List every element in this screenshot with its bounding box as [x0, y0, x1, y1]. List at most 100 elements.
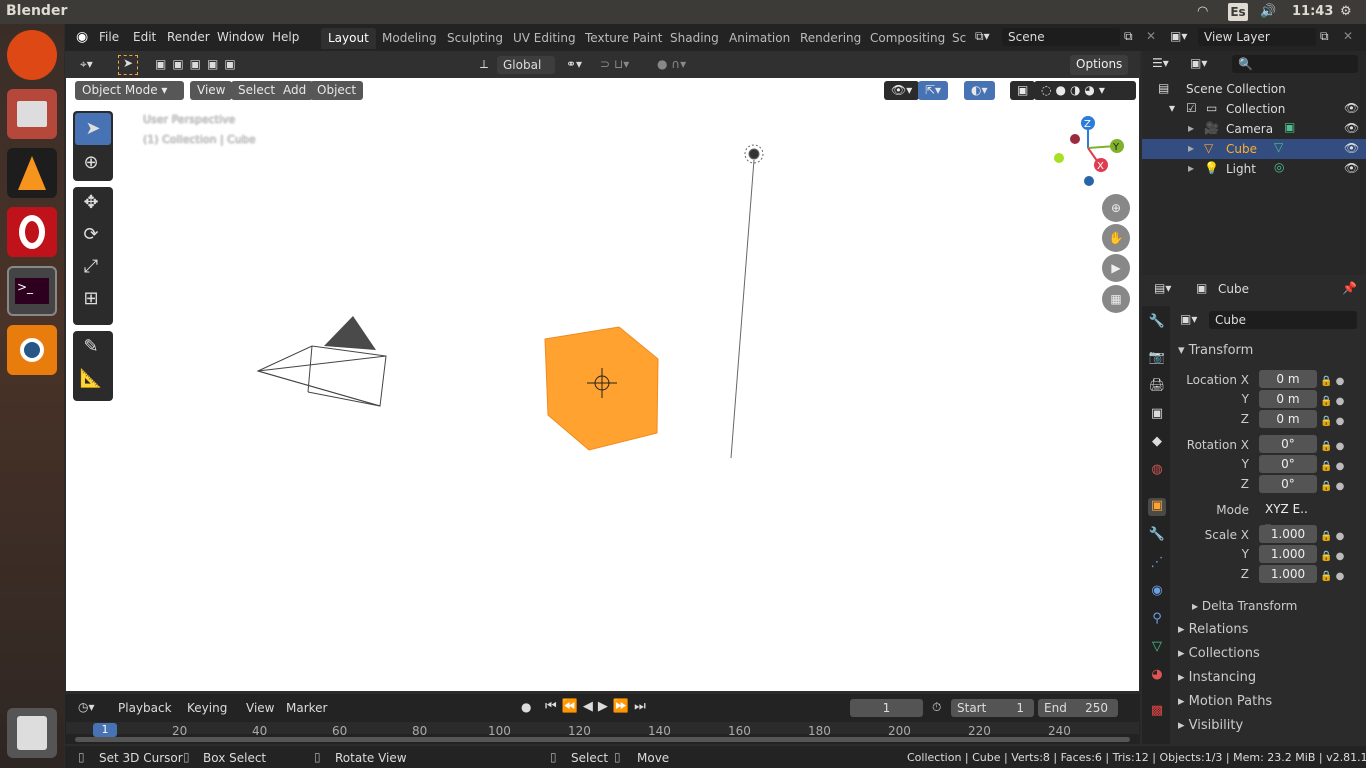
tool-tab-icon[interactable]: 🔧 — [1148, 314, 1166, 332]
pin-icon[interactable]: 📌 — [1342, 281, 1357, 295]
light-data-icon[interactable]: ◎ — [1274, 160, 1284, 174]
tab-uv-editing[interactable]: UV Editing — [506, 28, 583, 49]
start-frame-field[interactable]: Start 1 — [951, 699, 1034, 717]
eye-icon[interactable]: 👁 — [1344, 101, 1359, 115]
scene-icon[interactable]: ⧉▾ — [975, 29, 990, 44]
current-frame-field[interactable]: 1 — [850, 699, 923, 717]
orientation-icon[interactable]: ⟂ — [480, 57, 488, 72]
relations-section[interactable]: ▸ Relations — [1178, 622, 1248, 637]
outliner-row-cube[interactable]: ▸ ▽ Cube ▽ 👁 — [1142, 139, 1366, 159]
data-tab-icon[interactable]: ▽ — [1148, 639, 1166, 657]
properties-editor-icon[interactable]: ▤▾ — [1154, 281, 1171, 295]
rotation-y-field[interactable]: 0° — [1259, 455, 1317, 473]
menu-help[interactable]: Help — [272, 30, 299, 44]
clock[interactable]: 11:43 — [1292, 4, 1333, 19]
tab-sculpting[interactable]: Sculpting — [440, 28, 510, 49]
object-name-field[interactable]: Cube — [1209, 311, 1357, 329]
options-dropdown[interactable]: Options — [1070, 55, 1129, 75]
timeline-editor-icon[interactable]: ◷▾ — [78, 700, 95, 714]
outliner-row-collection[interactable]: ▾ ☑ ▭ Collection 👁 — [1142, 99, 1366, 119]
rotation-z-field[interactable]: 0° — [1259, 475, 1317, 493]
preview-range-icon[interactable]: ⏱ — [932, 700, 941, 715]
outliner-editor-icon[interactable]: ☰▾ — [1152, 56, 1169, 70]
playback-menu[interactable]: Playback — [118, 701, 172, 715]
menu-window[interactable]: Window — [217, 30, 264, 44]
settings-icon[interactable]: ⚙ — [1340, 4, 1352, 19]
eye-icon[interactable]: 👁 — [1344, 161, 1359, 175]
new-view-layer-icon[interactable]: ⧉ — [1320, 29, 1329, 44]
outliner-display-mode-icon[interactable]: ▣▾ — [1190, 56, 1207, 70]
opera-icon[interactable] — [7, 207, 57, 257]
instancing-section[interactable]: ▸ Instancing — [1178, 670, 1256, 685]
lock-icons[interactable]: 🔒 ● 🔒 ● 🔒 ● — [1320, 372, 1344, 432]
material-tab-icon[interactable]: ◕ — [1148, 667, 1166, 685]
keying-menu[interactable]: Keying — [187, 701, 227, 715]
mesh-data-icon[interactable]: ▽ — [1274, 140, 1283, 154]
menu-edit[interactable]: Edit — [133, 30, 156, 44]
marker-menu[interactable]: Marker — [286, 701, 327, 715]
tab-compositing[interactable]: Compositing — [863, 28, 952, 49]
record-icon[interactable]: ● — [521, 700, 531, 714]
pivot-icon[interactable]: ⚭▾ — [566, 57, 582, 71]
camera-data-icon[interactable]: ▣ — [1284, 120, 1295, 134]
view-layer-icon[interactable]: ▣▾ — [1170, 29, 1187, 43]
collections-section[interactable]: ▸ Collections — [1178, 646, 1260, 661]
checkbox-icon[interactable]: ☑ — [1186, 101, 1197, 115]
particles-tab-icon[interactable]: ⋰ — [1148, 555, 1166, 573]
blender-icon[interactable] — [7, 325, 57, 375]
view-layer-field[interactable]: View Layer — [1198, 28, 1316, 46]
playback-controls-icon[interactable]: ⏮⏪◀▶⏩⏭ — [545, 699, 651, 714]
lock-icons[interactable]: 🔒 ● 🔒 ● 🔒 ● — [1320, 437, 1344, 497]
files-icon[interactable] — [7, 89, 57, 139]
camera-view-icon[interactable]: ▶ — [1102, 254, 1130, 282]
view-layer-tab-icon[interactable]: ▣ — [1148, 406, 1166, 424]
constraints-tab-icon[interactable]: ⚲ — [1148, 611, 1166, 629]
visibility-section[interactable]: ▸ Visibility — [1178, 718, 1243, 733]
close-view-layer-icon[interactable]: ✕ — [1343, 29, 1353, 43]
output-tab-icon[interactable]: 🖨 — [1148, 378, 1166, 396]
outliner-row-camera[interactable]: ▸ 🎥 Camera ▣ 👁 — [1142, 119, 1366, 139]
texture-tab-icon[interactable]: ▩ — [1148, 703, 1166, 721]
world-tab-icon[interactable]: ◍ — [1148, 462, 1166, 480]
object-type-icon[interactable]: ▣▾ — [1180, 312, 1197, 326]
tab-layout[interactable]: Layout — [321, 28, 376, 49]
tab-animation[interactable]: Animation — [722, 28, 797, 49]
tab-shading[interactable]: Shading — [663, 28, 726, 49]
ubuntu-icon[interactable] — [7, 30, 57, 80]
expand-arrow-icon[interactable]: ▸ — [1188, 161, 1194, 175]
navigation-gizmo[interactable]: Z Y X — [1050, 110, 1130, 195]
terminal-icon[interactable]: >_ — [7, 266, 57, 316]
scale-x-field[interactable]: 1.000 — [1259, 525, 1317, 543]
rotation-mode-dropdown[interactable]: XYZ E.. ▾ — [1259, 500, 1317, 534]
snap-icon[interactable]: ⊃ ⊔▾ — [600, 57, 629, 71]
zoom-icon[interactable]: ⊕ — [1102, 194, 1130, 222]
delta-transform-header[interactable]: ▸ Delta Transform — [1192, 599, 1297, 613]
scene-tab-icon[interactable]: ◆ — [1148, 434, 1166, 452]
blender-logo-icon[interactable]: ◉ — [76, 29, 88, 45]
tab-modeling[interactable]: Modeling — [375, 28, 444, 49]
editor-type-icon[interactable]: ⌖▾ — [80, 57, 93, 72]
rotation-x-field[interactable]: 0° — [1259, 435, 1317, 453]
new-scene-icon[interactable]: ⧉ — [1124, 29, 1133, 44]
expand-arrow-icon[interactable]: ▸ — [1188, 121, 1194, 135]
volume-icon[interactable]: 🔊 — [1260, 4, 1276, 19]
expand-arrow-icon[interactable]: ▸ — [1188, 141, 1194, 155]
outliner-row-scene-collection[interactable]: ▤ Scene Collection — [1142, 79, 1366, 99]
end-frame-field[interactable]: End 250 — [1038, 699, 1118, 717]
tab-rendering[interactable]: Rendering — [793, 28, 868, 49]
playhead-marker[interactable]: 1 — [93, 723, 117, 737]
scale-z-field[interactable]: 1.000 — [1259, 565, 1317, 583]
render-tab-icon[interactable]: 📷 — [1148, 350, 1166, 368]
outliner-row-light[interactable]: ▸ 💡 Light ◎ 👁 — [1142, 159, 1366, 179]
lock-icons[interactable]: 🔒 ● 🔒 ● 🔒 ● — [1320, 527, 1344, 587]
proportional-edit-icon[interactable]: ● ∩▾ — [657, 57, 686, 71]
scene-field[interactable]: Scene — [1002, 28, 1120, 46]
select-mode-icons[interactable]: ▣▣▣▣▣ — [155, 57, 242, 71]
expand-arrow-icon[interactable]: ▾ — [1169, 101, 1175, 115]
menu-render[interactable]: Render — [167, 30, 210, 44]
tab-scripting[interactable]: Sc — [945, 28, 973, 49]
ortho-grid-icon[interactable]: ▦ — [1102, 285, 1130, 313]
timeline-scrollbar[interactable] — [75, 737, 1130, 742]
eye-icon[interactable]: 👁 — [1344, 121, 1359, 135]
select-box-icon[interactable]: ➤ — [118, 55, 138, 75]
